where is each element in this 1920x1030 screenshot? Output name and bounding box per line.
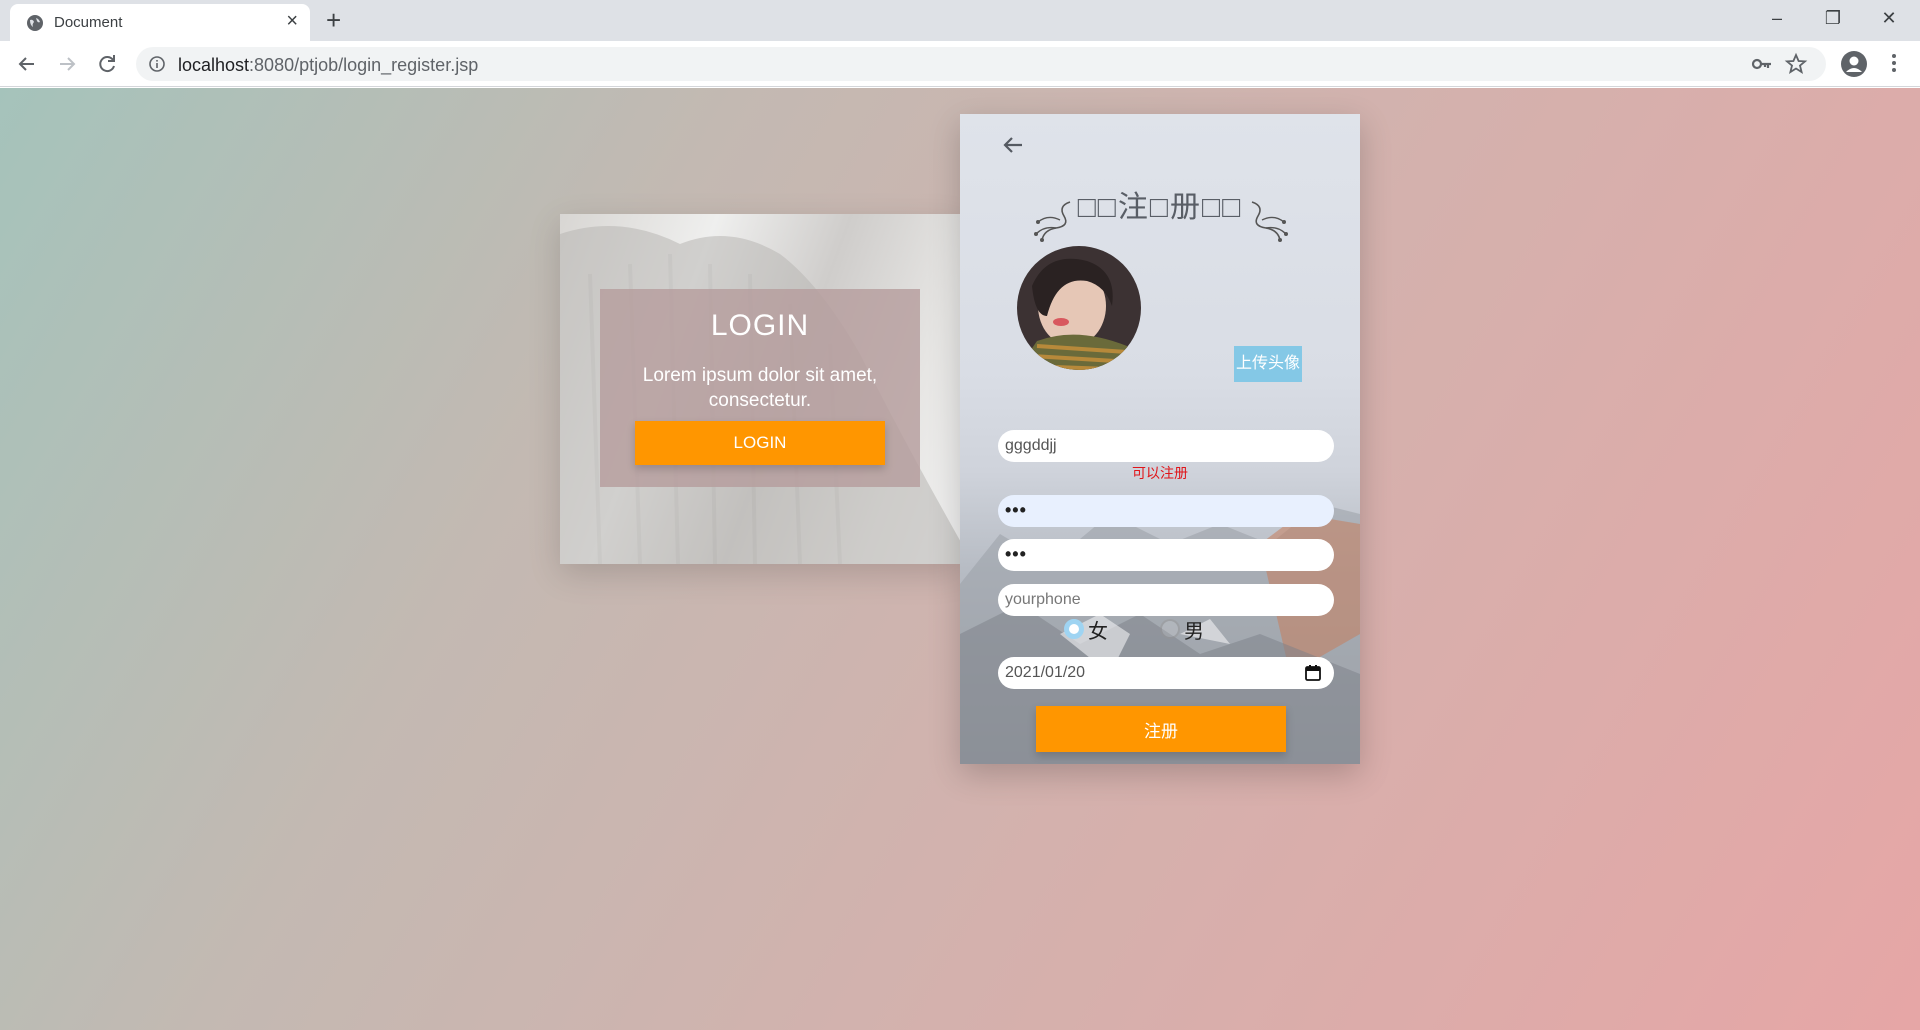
phone-placeholder: yourphone (1005, 591, 1081, 608)
browser-tab[interactable]: Document × (10, 4, 310, 41)
profile-avatar-icon[interactable] (1840, 50, 1868, 78)
site-info-icon[interactable] (148, 55, 166, 73)
restore-button[interactable]: ❐ (1810, 4, 1856, 34)
register-title: □□注□册□□ (1077, 191, 1243, 224)
register-submit-button[interactable]: 注册 (1036, 706, 1286, 752)
password-input[interactable]: ••• (998, 495, 1334, 527)
url-text: localhost:8080/ptjob/login_register.jsp (178, 55, 479, 75)
tab-title: Document (54, 14, 123, 31)
address-bar[interactable]: localhost:8080/ptjob/login_register.jsp (136, 47, 1826, 81)
gender-label-female: 女 (1088, 621, 1108, 643)
minimize-button[interactable]: – (1754, 4, 1800, 34)
new-tab-button[interactable]: + (326, 6, 341, 34)
password-value: ••• (1005, 500, 1027, 520)
browser-tab-strip: Document × + – ❐ ✕ (0, 0, 1920, 41)
register-card: □□注□册□□ 上传头像 gggddjj 可以注册 ••• ••• yourph… (960, 114, 1360, 764)
browser-toolbar: localhost:8080/ptjob/login_register.jsp (0, 41, 1920, 87)
bookmark-star-icon[interactable] (1784, 52, 1808, 76)
tab-close-icon[interactable]: × (286, 10, 298, 33)
page-background: LOGIN Lorem ipsum dolor sit amet, consec… (0, 88, 1920, 1030)
forward-icon[interactable] (52, 49, 82, 79)
username-status-message: 可以注册 (1132, 465, 1188, 481)
birthday-value: 2021/01/20 (1005, 664, 1086, 681)
username-value: gggddjj (1005, 437, 1057, 454)
login-button[interactable]: LOGIN (635, 421, 885, 465)
confirm-password-value: ••• (1005, 544, 1027, 564)
login-description: Lorem ipsum dolor sit amet, consectetur. (642, 365, 878, 411)
login-card: LOGIN Lorem ipsum dolor sit amet, consec… (560, 214, 962, 564)
birthday-date-input[interactable]: 2021/01/20 (998, 657, 1334, 689)
gender-radio-male[interactable] (1160, 619, 1180, 639)
avatar (1017, 246, 1141, 370)
menu-kebab-icon[interactable] (1882, 51, 1906, 75)
flourish-right-icon (1251, 201, 1288, 242)
back-arrow-icon[interactable] (1000, 132, 1026, 158)
confirm-password-input[interactable]: ••• (998, 539, 1334, 571)
upload-avatar-button[interactable]: 上传头像 (1234, 346, 1302, 382)
globe-icon (27, 15, 43, 31)
username-input[interactable]: gggddjj (998, 430, 1334, 462)
login-title: LOGIN (710, 309, 810, 342)
login-panel: LOGIN Lorem ipsum dolor sit amet, consec… (600, 289, 920, 487)
calendar-icon[interactable] (1304, 664, 1322, 682)
phone-input[interactable]: yourphone (998, 584, 1334, 616)
gender-label-male: 男 (1184, 621, 1204, 643)
close-window-button[interactable]: ✕ (1866, 4, 1912, 34)
key-icon[interactable] (1750, 52, 1774, 76)
gender-radio-female[interactable] (1064, 619, 1084, 639)
back-icon[interactable] (12, 49, 42, 79)
reload-icon[interactable] (92, 49, 122, 79)
